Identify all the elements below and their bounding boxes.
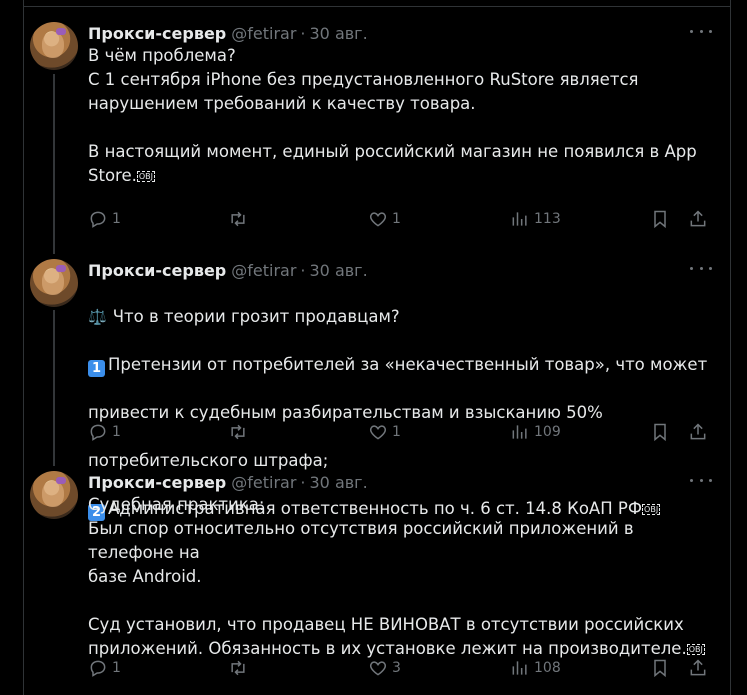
heart-icon xyxy=(369,661,387,676)
like-button[interactable]: 1 xyxy=(368,421,401,443)
bookmark-button[interactable] xyxy=(650,421,670,443)
retweet-icon xyxy=(231,211,245,227)
text-line: Судебная практика: xyxy=(88,495,265,514)
view-count: 109 xyxy=(534,424,561,440)
text-line: базе Android. xyxy=(88,567,202,586)
separator: · xyxy=(300,472,306,492)
bookmark-button[interactable] xyxy=(650,208,670,230)
text-line xyxy=(88,589,718,613)
reply-button[interactable]: 1 xyxy=(88,657,121,679)
more-icon[interactable] xyxy=(690,260,712,276)
display-name[interactable]: Прокси-сервер xyxy=(88,261,226,280)
avatar[interactable] xyxy=(30,22,78,70)
thread-connector xyxy=(53,310,55,466)
tweet-header: Прокси-сервер @fetirar · 30 авг. xyxy=(88,471,368,493)
separator: · xyxy=(300,23,306,43)
action-bar: 1 1 113 xyxy=(88,208,718,230)
text-line: 1 Претензии от потребителей за «некачеств… xyxy=(88,353,718,377)
tweet-text: В чём проблема? С 1 сентября iPhone без п… xyxy=(88,44,718,188)
tweet-date[interactable]: 30 авг. xyxy=(310,261,368,280)
tweet-date[interactable]: 30 авг. xyxy=(310,24,368,43)
like-count: 3 xyxy=(392,660,401,676)
text-line: ⚖️ Что в теории грозит продавцам? xyxy=(88,305,718,329)
like-count: 1 xyxy=(392,211,401,227)
text-fragment: приложений. Обязанность в их установке л… xyxy=(88,639,687,658)
object-replacement-glyph: OBJ xyxy=(136,171,156,182)
user-handle[interactable]: @fetirar xyxy=(231,24,296,43)
bookmark-icon xyxy=(654,423,666,442)
more-icon[interactable] xyxy=(690,23,712,39)
share-button[interactable] xyxy=(688,421,708,443)
bookmark-icon xyxy=(654,210,666,229)
user-handle[interactable]: @fetirar xyxy=(231,473,296,492)
views-icon xyxy=(512,212,527,226)
timeline-column: Прокси-сервер @fetirar · 30 авг. В чём п… xyxy=(23,0,731,695)
view-count: 108 xyxy=(534,660,561,676)
views-button[interactable]: 108 xyxy=(510,657,561,679)
reply-button[interactable]: 1 xyxy=(88,421,121,443)
tweet-header: Прокси-сервер @fetirar · 30 авг. xyxy=(88,22,368,44)
scales-icon: ⚖️ xyxy=(88,308,107,326)
tweet-text: Судебная практика: Был спор относительно … xyxy=(88,493,718,661)
text-line: В чём проблема? xyxy=(88,46,236,65)
retweet-icon xyxy=(231,424,245,440)
share-icon xyxy=(690,659,706,676)
separator: · xyxy=(300,260,306,280)
text-line: В настоящий момент, единый российский ма… xyxy=(88,142,697,161)
share-button[interactable] xyxy=(688,657,708,679)
like-button[interactable]: 1 xyxy=(368,208,401,230)
heart-icon xyxy=(369,212,387,227)
text-line: Был спор относительно отсутствия российс… xyxy=(88,519,634,562)
like-count: 1 xyxy=(392,424,401,440)
user-handle[interactable]: @fetirar xyxy=(231,261,296,280)
views-icon xyxy=(512,661,527,675)
tweet-date[interactable]: 30 авг. xyxy=(310,473,368,492)
action-bar: 1 1 109 xyxy=(88,421,718,443)
retweet-button[interactable] xyxy=(228,208,252,230)
reply-count: 1 xyxy=(112,424,121,440)
share-icon xyxy=(690,423,706,440)
share-button[interactable] xyxy=(688,208,708,230)
bookmark-icon xyxy=(654,659,666,678)
reply-icon xyxy=(90,660,106,677)
text-line xyxy=(88,116,718,140)
reply-count: 1 xyxy=(112,660,121,676)
reply-icon xyxy=(90,211,106,228)
retweet-icon xyxy=(231,660,245,676)
text-fragment: Претензии от потребителей за «некачестве… xyxy=(108,355,708,374)
object-replacement-glyph: OBJ xyxy=(686,644,705,655)
view-count: 113 xyxy=(534,211,561,227)
thread-connector xyxy=(53,74,55,254)
text-line: Суд установил, что продавец НЕ ВИНОВАТ в… xyxy=(88,615,684,634)
like-button[interactable]: 3 xyxy=(368,657,401,679)
text-line: Store. OBJ xyxy=(88,164,718,188)
views-button[interactable]: 109 xyxy=(510,421,561,443)
action-bar: 1 3 108 xyxy=(88,657,718,679)
display-name[interactable]: Прокси-сервер xyxy=(88,473,226,492)
views-icon xyxy=(512,425,527,439)
text-line: нарушением требований к качеству товара. xyxy=(88,94,476,113)
reply-count: 1 xyxy=(112,211,121,227)
avatar[interactable] xyxy=(30,471,78,519)
tweet-header: Прокси-сервер @fetirar · 30 авг. xyxy=(88,259,368,281)
avatar[interactable] xyxy=(30,259,78,307)
text-fragment: Store. xyxy=(88,166,137,185)
display-name[interactable]: Прокси-сервер xyxy=(88,24,226,43)
text-line: потребительского штрафа; xyxy=(88,451,329,470)
keycap-one-icon: 1 xyxy=(88,360,105,377)
text-line: С 1 сентября iPhone без предустановленно… xyxy=(88,70,639,89)
reply-icon xyxy=(90,424,106,441)
divider xyxy=(24,6,730,7)
more-icon[interactable] xyxy=(690,472,712,488)
reply-button[interactable]: 1 xyxy=(88,208,121,230)
text-fragment: Что в теории грозит продавцам? xyxy=(112,307,400,326)
heart-icon xyxy=(369,425,387,440)
views-button[interactable]: 113 xyxy=(510,208,561,230)
share-icon xyxy=(690,210,706,227)
bookmark-button[interactable] xyxy=(650,657,670,679)
retweet-button[interactable] xyxy=(228,421,252,443)
retweet-button[interactable] xyxy=(228,657,252,679)
